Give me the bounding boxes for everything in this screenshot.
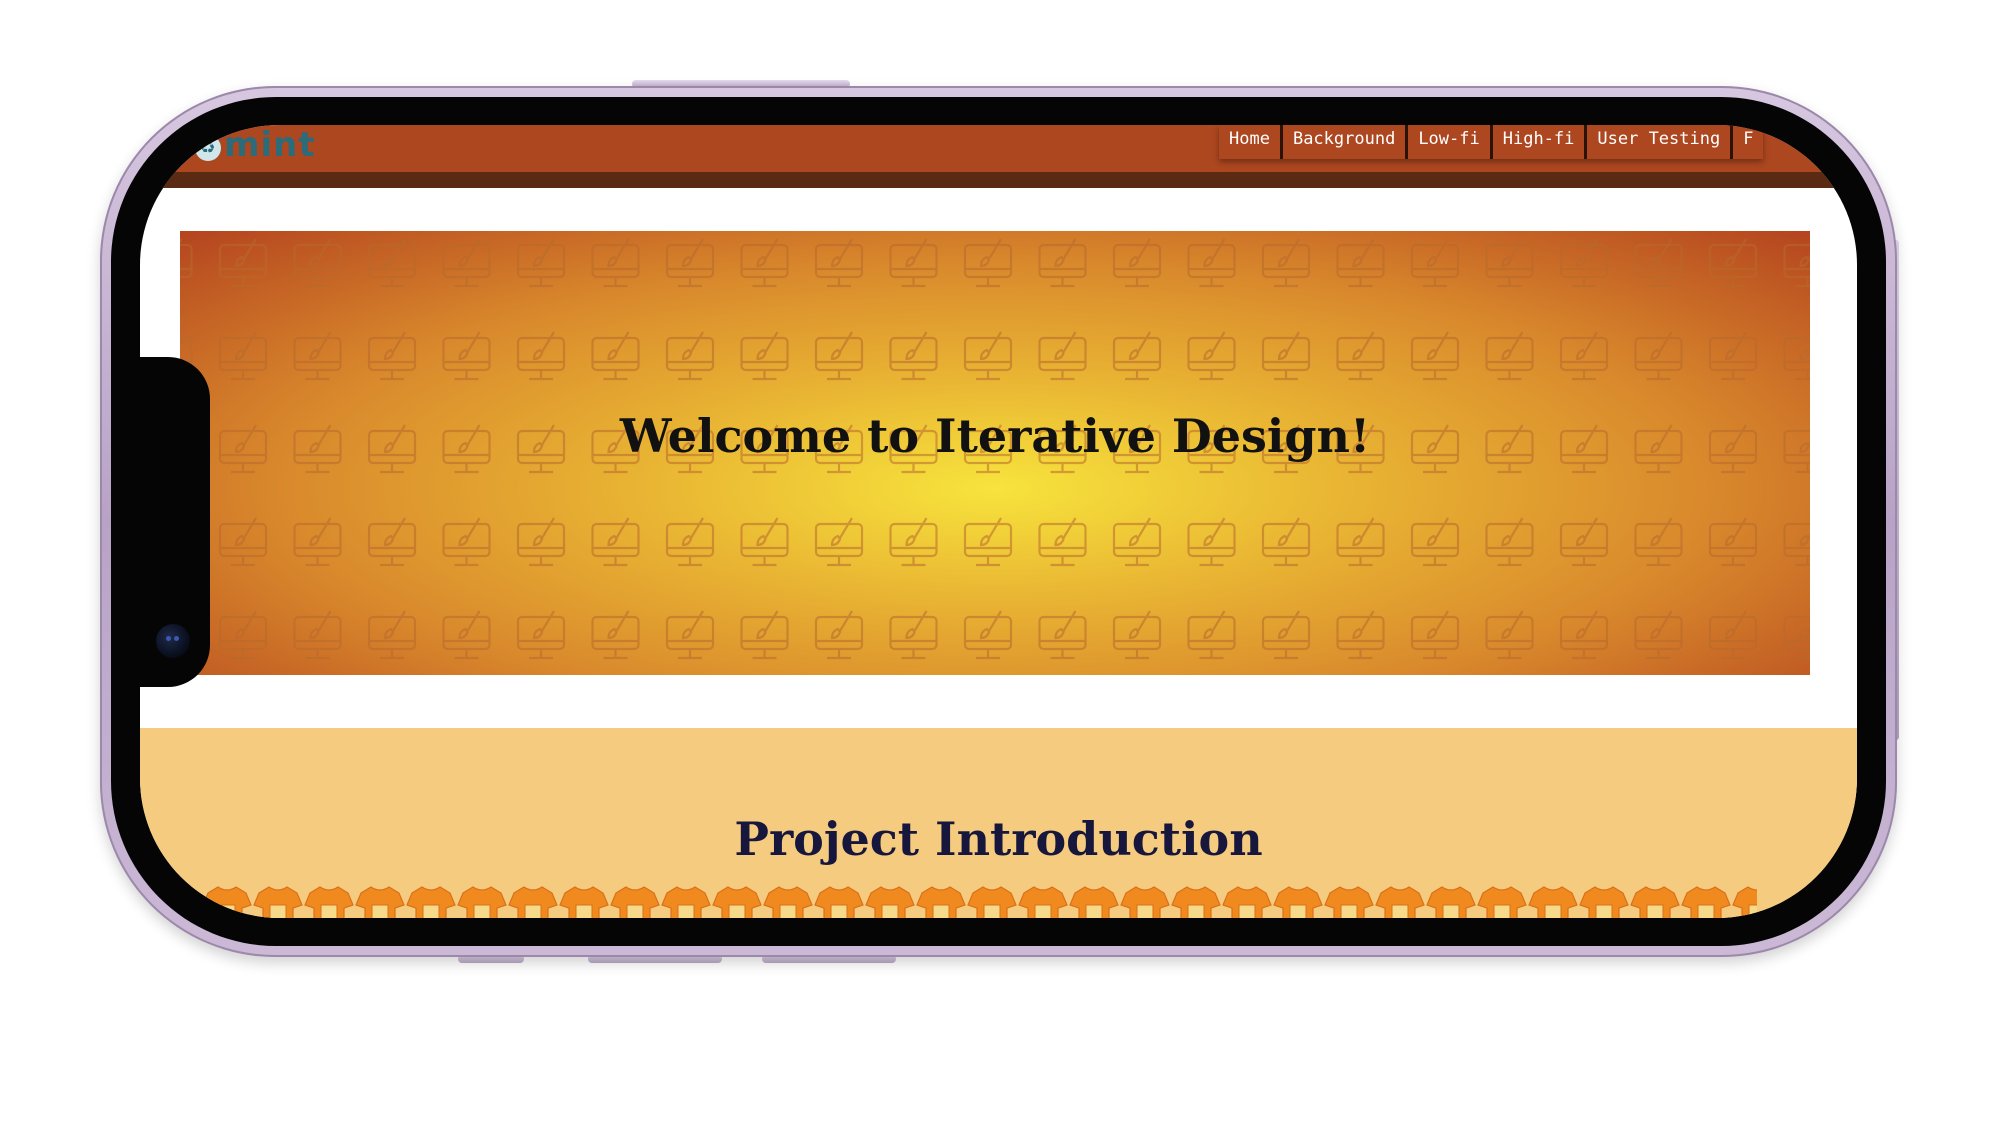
main-nav: Home Background Low-fi High-fi User Test… — [1219, 125, 1764, 159]
logo-text-prefix: e — [168, 125, 193, 165]
hero-title: Welcome to Iterative Design! — [619, 409, 1371, 463]
hero-banner: Welcome to Iterative Design! — [180, 231, 1810, 675]
project-intro-section: Project Introduction — [140, 728, 1857, 918]
nav-item-background[interactable]: Background — [1283, 125, 1409, 159]
nav-item-user-testing[interactable]: User Testing — [1587, 125, 1734, 159]
section-title: Project Introduction — [734, 812, 1263, 866]
nav-item-home[interactable]: Home — [1219, 125, 1283, 159]
nav-item-low-fi[interactable]: Low-fi — [1408, 125, 1493, 159]
phone-notch — [140, 357, 210, 687]
nav-item-high-fi[interactable]: High-fi — [1493, 125, 1588, 159]
recycle-icon: ♻ — [195, 135, 222, 161]
nav-item-truncated[interactable]: F — [1733, 125, 1763, 159]
site-logo[interactable]: e ♻ mint — [168, 125, 316, 165]
phone-screen: e ♻ mint Home Background Low-fi High-fi Us… — [140, 125, 1857, 918]
tshirt-border — [202, 885, 1757, 918]
logo-text: mint — [224, 125, 316, 165]
camera-icon — [156, 624, 190, 658]
header-band — [140, 172, 1857, 188]
